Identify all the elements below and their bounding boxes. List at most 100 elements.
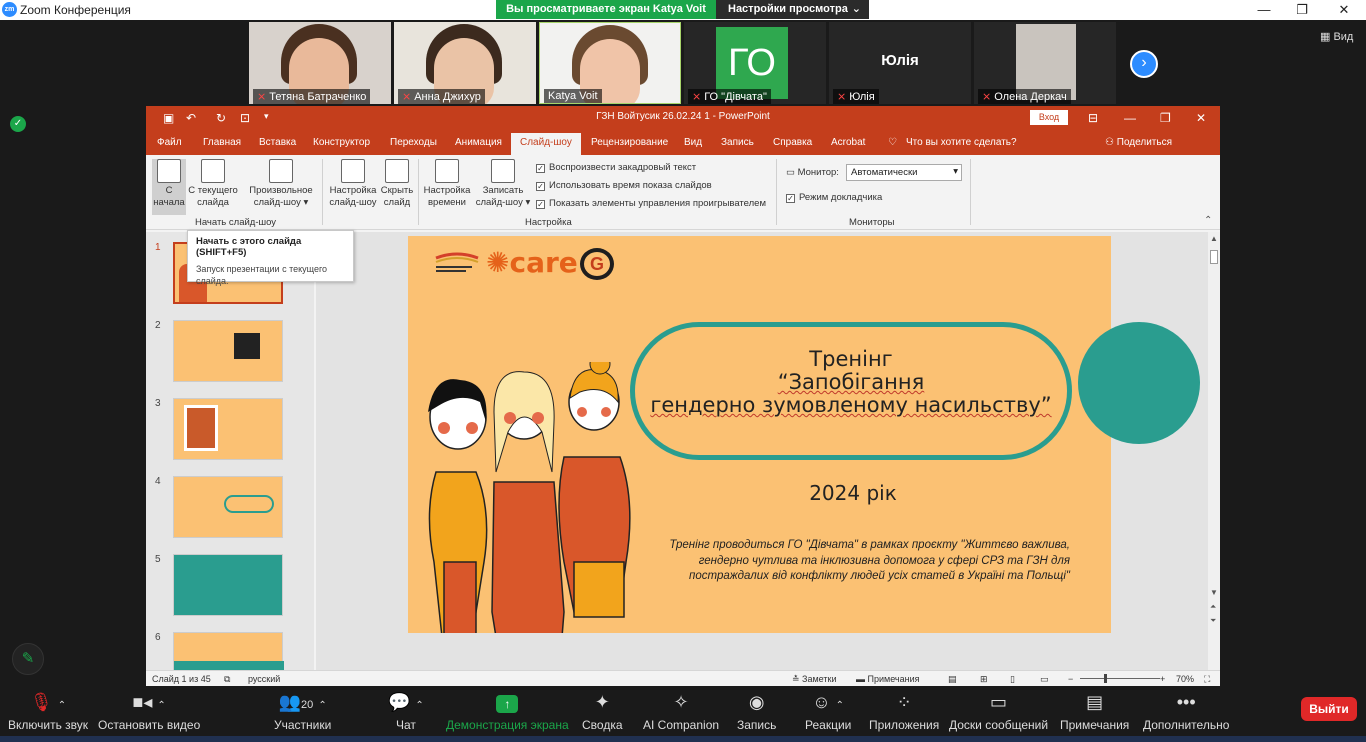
custom-slideshow-button[interactable]: Произвольное слайд-шоу ▾ (246, 159, 316, 209)
shield-icon[interactable]: ✓ (10, 116, 26, 132)
restore-icon[interactable]: ❐ (1282, 0, 1322, 20)
checkbox-presenter-view[interactable]: ✓ Режим докладчика (786, 192, 882, 203)
slide-thumbnail[interactable] (173, 320, 283, 382)
minimize-icon[interactable]: — (1244, 0, 1284, 20)
tab-slideshow[interactable]: Слайд-шоу (511, 133, 581, 155)
slide-thumbnail[interactable] (173, 398, 283, 460)
mic-muted-icon: 🎙 ⌃ (29, 692, 67, 712)
record-button[interactable]: ◉ Запись (737, 690, 776, 732)
video-tile-active-speaker[interactable]: Katya Voit (539, 22, 681, 104)
leave-meeting-button[interactable]: Выйти (1301, 697, 1357, 721)
slide-sorter-icon[interactable]: ⊞ (980, 674, 988, 685)
video-tile[interactable]: ⨯ Олена Деркач (974, 22, 1116, 104)
chat-button[interactable]: 💬 ⌃ Чат (388, 690, 424, 732)
checkbox-play-narrations[interactable]: ✓ Воспроизвести закадровый текст (536, 162, 696, 173)
zoom-slider[interactable] (1080, 678, 1160, 679)
more-button[interactable]: ••• Дополнительно (1143, 690, 1229, 732)
monitor-select[interactable]: Автоматически ▾ (846, 164, 962, 181)
language-indicator[interactable]: русский (248, 674, 280, 684)
tab-design[interactable]: Конструктор (313, 137, 370, 148)
tab-record[interactable]: Запись (721, 137, 754, 148)
normal-view-icon[interactable]: ▤ (948, 674, 957, 685)
notes-button[interactable]: ▤ Примечания (1060, 690, 1129, 732)
checkbox-use-timings[interactable]: ✓ Использовать время показа слайдов (536, 180, 712, 191)
whiteboards-button[interactable]: ▭ Доски сообщений (949, 690, 1048, 732)
record-icon (491, 159, 515, 183)
zoom-in-icon[interactable]: + (1160, 674, 1165, 684)
checkmark-icon: ✓ (786, 194, 795, 203)
scroll-down-icon[interactable]: ▼ (1210, 588, 1218, 597)
video-tile[interactable]: ⨯ Тетяна Батраченко (249, 22, 391, 104)
next-slide-icon[interactable]: ⏷ (1210, 616, 1216, 626)
thumbnails-scrollbar[interactable] (299, 232, 307, 670)
tab-animations[interactable]: Анимация (455, 137, 502, 148)
restore-icon[interactable]: ❐ (1160, 111, 1171, 125)
scroll-up-icon[interactable]: ▲ (1210, 234, 1218, 243)
share-screen-button[interactable]: ↑ Демонстрация экрана (446, 690, 569, 732)
slide-thumbnail[interactable] (173, 632, 284, 670)
record-icon: ◉ (748, 692, 765, 712)
monitor-label: ▭ Монитор: (786, 167, 839, 178)
tooltip-title: Начать с этого слайда (SHIFT+F5) (196, 236, 302, 258)
video-tile[interactable]: ⨯ Анна Джихур (394, 22, 536, 104)
tab-view[interactable]: Вид (684, 137, 702, 148)
teal-circle-shape (1078, 322, 1200, 444)
close-icon[interactable]: ✕ (1196, 111, 1206, 125)
tab-review[interactable]: Рецензирование (591, 137, 668, 148)
video-tile[interactable]: ГО ⨯ ГО "Дівчата" (684, 22, 826, 104)
tab-home[interactable]: Главная (203, 137, 241, 148)
comments-button[interactable]: ▬ Примечания (856, 674, 919, 684)
reading-view-icon[interactable]: ▯ (1010, 674, 1015, 685)
slideshow-view-icon[interactable]: ▭ (1040, 674, 1049, 685)
spellcheck-icon[interactable]: ⧉ (224, 674, 230, 685)
minimize-icon[interactable]: — (1124, 111, 1136, 125)
summary-button[interactable]: ✦ Сводка (582, 690, 623, 732)
zoom-slider-thumb[interactable] (1104, 674, 1107, 683)
notes-button[interactable]: ≛ Заметки (792, 674, 836, 685)
tab-acrobat[interactable]: Acrobat (831, 137, 865, 148)
scroll-thumb[interactable] (1210, 250, 1218, 264)
previous-slide-icon[interactable]: ⏶ (1210, 602, 1216, 612)
person-icon: ⚇ (1105, 137, 1117, 148)
login-button[interactable]: Вход (1030, 110, 1068, 125)
slide-thumbnail[interactable] (173, 476, 283, 538)
tab-insert[interactable]: Вставка (259, 137, 296, 148)
slide-vertical-scrollbar[interactable]: ▲ ▼ ⏶ ⏷ (1208, 232, 1220, 670)
apps-button[interactable]: ⁘ Приложения (869, 690, 939, 732)
close-icon[interactable]: ✕ (1324, 0, 1364, 20)
tell-me-search[interactable]: Что вы хотите сделать? (906, 137, 1017, 148)
tab-help[interactable]: Справка (773, 137, 812, 148)
participants-button[interactable]: 👥20 ⌃ Участники (274, 690, 331, 732)
rehearse-timings-button[interactable]: Настройка времени (422, 159, 472, 209)
unmute-button[interactable]: 🎙 ⌃ Включить звук (8, 690, 88, 732)
zoom-window-title: Zoom Конференция (20, 3, 131, 17)
title-line: Тренінг (809, 347, 893, 371)
from-current-slide-button[interactable]: С текущего слайда (187, 159, 239, 209)
tab-file[interactable]: Файл (157, 137, 182, 148)
checkbox-show-media-controls[interactable]: ✓ Показать элементы управления проигрыват… (536, 198, 766, 209)
thumbnail-shape (224, 495, 274, 513)
stop-video-button[interactable]: ■◂ ⌃ Остановить видео (98, 690, 200, 732)
ribbon-display-icon[interactable]: ⊟ (1088, 111, 1098, 125)
zoom-out-icon[interactable]: − (1068, 674, 1073, 684)
view-button[interactable]: ▦ Вид (1320, 30, 1353, 43)
from-start-button[interactable]: С начала (152, 159, 186, 215)
fit-to-window-icon[interactable]: ⛶ (1204, 674, 1210, 685)
ai-companion-button[interactable]: ✧ AI Companion (643, 690, 719, 732)
view-settings-button[interactable]: Настройки просмотра ⌄ (716, 0, 869, 19)
annotate-pencil-icon[interactable]: ✎ (12, 643, 44, 675)
mic-muted-icon: ⨯ (257, 91, 267, 103)
video-tile[interactable]: Юлія ⨯ Юлія (829, 22, 971, 104)
share-button[interactable]: ⚇ Поделиться (1105, 137, 1172, 148)
checkmark-icon: ✓ (536, 164, 545, 173)
setup-slideshow-button[interactable]: Настройка слайд-шоу (328, 159, 378, 209)
hide-slide-button[interactable]: Скрыть слайд (379, 159, 415, 209)
zoom-level[interactable]: 70% (1176, 674, 1194, 684)
tab-transitions[interactable]: Переходы (390, 137, 437, 148)
reactions-button[interactable]: ☺ ⌃ Реакции (805, 690, 851, 732)
collapse-ribbon-icon[interactable]: ⌃ (1204, 215, 1212, 226)
slide-thumbnail[interactable] (173, 554, 283, 616)
current-slide[interactable]: ✺care G Тренінг “Запобігання гендерно зу… (408, 236, 1111, 633)
next-participants-icon[interactable]: › (1130, 50, 1158, 78)
record-slideshow-button[interactable]: Записать слайд-шоу ▾ (473, 159, 533, 209)
